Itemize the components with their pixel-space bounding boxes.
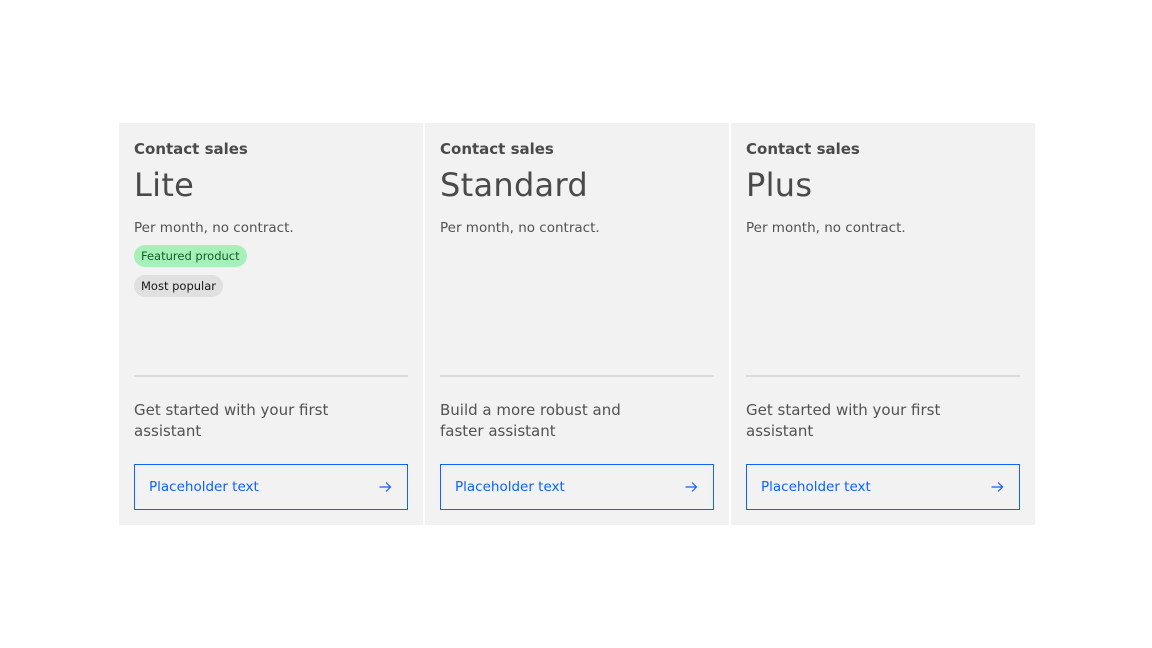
plan-description: Get started with your first assistant [134,401,329,440]
plan-name: Plus [746,166,813,204]
most-popular-tag: Most popular [134,275,224,297]
cta-button[interactable]: Placeholder text [746,464,1020,510]
divider [746,375,1020,377]
cta-button[interactable]: Placeholder text [134,464,408,510]
divider [440,375,714,377]
arrow-right-icon [989,479,1005,495]
pricing-cards: Contact sales Lite Per month, no contrac… [119,123,1035,525]
divider [134,375,408,377]
cta-button[interactable]: Placeholder text [440,464,714,510]
pricing-card-plus: Contact sales Plus Per month, no contrac… [731,123,1035,525]
pricing-card-lite: Contact sales Lite Per month, no contrac… [119,123,423,525]
card-eyebrow[interactable]: Contact sales [746,139,1020,159]
price-note: Per month, no contract. [134,220,294,236]
price-note: Per month, no contract. [440,220,600,236]
cta-label: Placeholder text [761,479,871,495]
plan-description: Get started with your first assistant [746,401,941,440]
plan-name: Lite [134,166,195,204]
featured-product-tag: Featured product [134,245,247,267]
plan-description: Build a more robust and faster assistant [440,401,621,440]
card-eyebrow[interactable]: Contact sales [440,139,714,159]
cta-label: Placeholder text [149,479,259,495]
plan-name: Standard [440,166,588,204]
card-eyebrow[interactable]: Contact sales [134,139,408,159]
cta-label: Placeholder text [455,479,565,495]
arrow-right-icon [683,479,699,495]
arrow-right-icon [377,479,393,495]
price-note: Per month, no contract. [746,220,906,236]
tag-list: Featured product Most popular [134,245,408,297]
pricing-card-standard: Contact sales Standard Per month, no con… [425,123,729,525]
